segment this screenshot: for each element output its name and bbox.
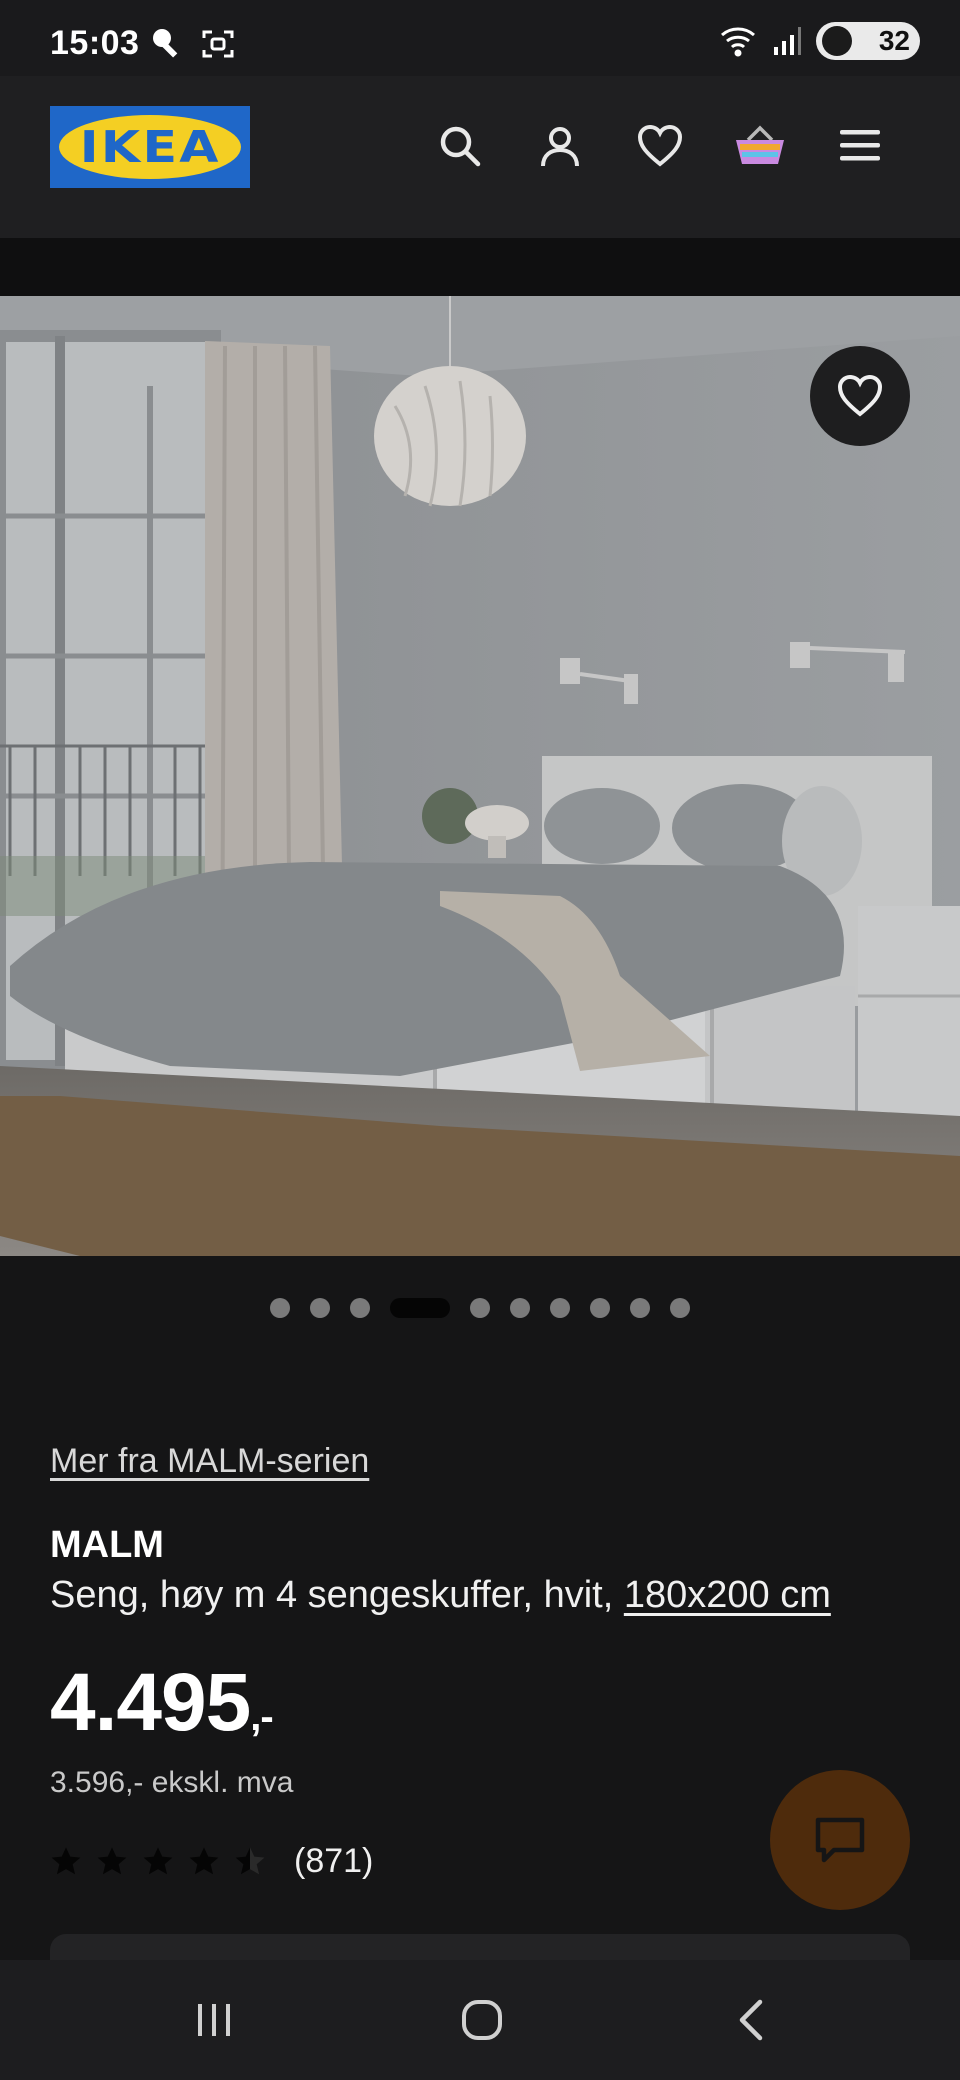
ikea-logo[interactable]: IKEA [50,106,250,188]
battery-icon: 32 [816,22,920,60]
site-header: IKEA [0,76,960,238]
basket-icon[interactable] [734,120,786,172]
product-image[interactable] [0,296,960,1256]
carousel-dot[interactable] [310,1298,330,1318]
carousel-dot-active[interactable] [390,1298,450,1318]
signal-icon [774,27,801,55]
carousel-indicator[interactable] [0,1296,960,1320]
heart-icon [837,374,883,417]
carousel-dot[interactable] [550,1298,570,1318]
status-bar: 15:03 32 [0,0,960,76]
home-icon[interactable] [452,1990,512,2050]
product-price: 4.495,- [50,1656,274,1750]
account-icon[interactable] [534,120,586,172]
carousel-dot[interactable] [670,1298,690,1318]
back-icon[interactable] [722,1990,782,2050]
rating-count: (871) [294,1842,374,1880]
battery-saver-icon [822,26,852,56]
search-icon[interactable] [434,120,486,172]
logo-oval: IKEA [59,115,241,179]
favorite-button[interactable] [810,346,910,446]
carousel-dot[interactable] [590,1298,610,1318]
star-icon [97,1846,127,1874]
price-value: 4.495 [50,1657,251,1748]
product-description: Seng, høy m 4 sengeskuffer, hvit, 180x20… [50,1574,831,1617]
bedroom-photo [0,296,960,1256]
product-name: MALM [50,1524,164,1566]
size-link[interactable]: 180x200 cm [624,1574,831,1616]
system-nav-bar [0,1960,960,2080]
menu-icon[interactable] [834,120,886,172]
battery-level: 32 [878,25,910,56]
product-description-text: Seng, høy m 4 sengeskuffer, hvit, [50,1574,614,1616]
status-icons-right: 32 [718,22,920,60]
carousel-dot[interactable] [510,1298,530,1318]
chat-button[interactable] [770,1770,910,1910]
carousel-dot[interactable] [270,1298,290,1318]
carousel-dot[interactable] [630,1298,650,1318]
star-icon [51,1846,81,1874]
logo-text: IKEA [79,121,221,173]
wifi-icon [721,27,755,57]
rating[interactable]: (871) [50,1842,373,1881]
chat-icon [815,1817,865,1863]
series-link[interactable]: Mer fra MALM-serien [50,1442,369,1481]
half-star-icon [235,1846,265,1874]
price-ex-vat: 3.596,- ekskl. mva [50,1766,294,1799]
status-time: 15:03 [50,24,140,62]
key-icon [153,29,178,58]
recent-apps-icon[interactable] [184,1990,244,2050]
header-spacer [0,238,960,296]
star-icon [143,1846,173,1874]
price-suffix: ,- [250,1695,273,1739]
star-icon [189,1846,219,1874]
wishlist-icon[interactable] [634,120,686,172]
carousel-dot[interactable] [470,1298,490,1318]
status-icons-left [150,26,236,62]
screen-capture-icon [202,30,234,58]
carousel-dot[interactable] [350,1298,370,1318]
